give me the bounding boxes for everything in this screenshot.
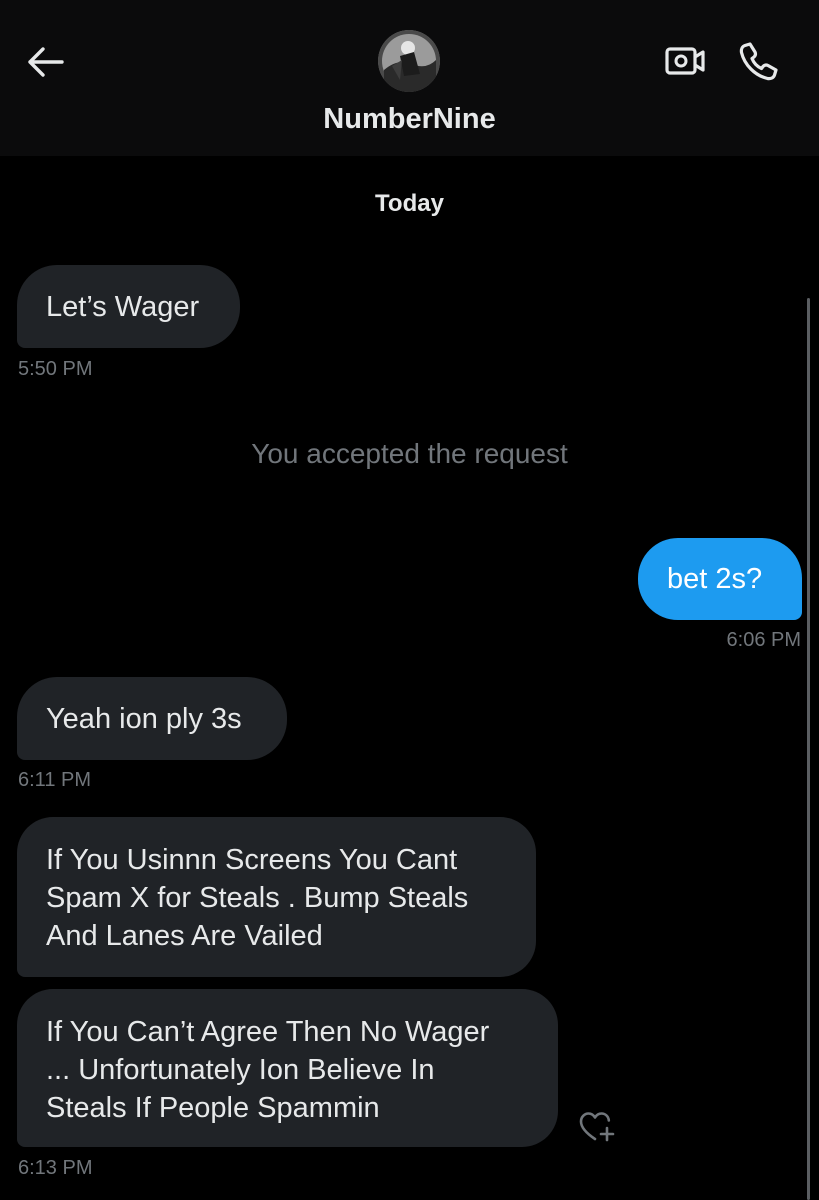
message-text: bet 2s? [667,563,763,595]
phone-icon [739,42,778,81]
arrow-left-icon [28,47,64,77]
add-reaction-button[interactable] [578,1108,616,1144]
date-separator: Today [375,190,444,217]
message-line: Steals If People Spammin [46,1092,380,1124]
message-line: ... Unfortunately Ion Believe In [46,1054,435,1086]
message-text: Yeah ion ply 3s [46,702,242,735]
received-message-bubble[interactable]: If You Can’t Agree Then No Wager ... Unf… [17,989,558,1147]
message-line: If You Can’t Agree Then No Wager [46,1016,490,1048]
scrollbar[interactable] [807,298,810,1200]
message-text: Let’s Wager [46,290,200,323]
heart-plus-icon [579,1112,615,1142]
message-line: Spam X for Steals . Bump Steals [46,882,469,914]
system-message: You accepted the request [251,438,568,469]
received-message-bubble[interactable]: If You Usinnn Screens You Cant Spam X fo… [17,817,536,977]
message-timestamp: 6:13 PM [18,1157,93,1179]
received-message-bubble[interactable]: Let’s Wager [17,265,240,348]
conversation-header: NumberNine [0,0,819,156]
contact-name[interactable]: NumberNine [0,103,819,136]
message-line: If You Usinnn Screens You Cant [46,844,458,876]
message-timestamp: 6:06 PM [726,629,801,651]
message-timestamp: 5:50 PM [18,358,93,380]
message-timestamp: 6:11 PM [18,769,91,791]
avatar[interactable] [378,30,440,92]
sent-message-bubble[interactable]: bet 2s? [638,538,802,620]
received-message-bubble[interactable]: Yeah ion ply 3s [17,677,287,760]
voice-call-button[interactable] [738,40,780,82]
video-camera-icon [665,47,705,75]
video-call-button[interactable] [664,44,706,78]
back-button[interactable] [22,42,68,82]
message-line: And Lanes Are Vailed [46,920,323,952]
